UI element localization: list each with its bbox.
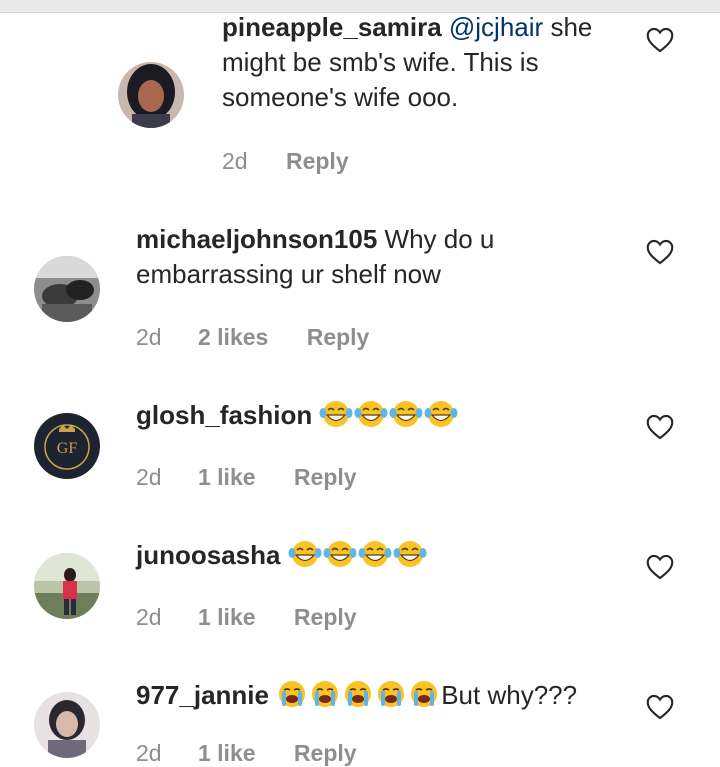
comment-meta: 2d 1 like Reply	[136, 604, 357, 631]
tears-of-joy-emoji	[393, 540, 427, 577]
comment-text: junoosasha	[136, 538, 616, 577]
avatar[interactable]	[34, 553, 100, 619]
heart-outline-icon[interactable]	[646, 239, 674, 265]
reply-button[interactable]: Reply	[286, 148, 349, 175]
comment-text: glosh_fashion	[136, 398, 616, 437]
tears-of-joy-emoji	[319, 400, 353, 437]
comment-meta: 2d 1 like Reply	[136, 740, 357, 767]
heart-outline-icon[interactable]	[646, 27, 674, 53]
tears-of-joy-emoji	[354, 400, 388, 437]
svg-text:GF: GF	[57, 440, 78, 457]
comment-meta: 2d 2 likes Reply	[136, 324, 369, 351]
likes-count[interactable]: 1 like	[198, 740, 256, 766]
loudly-crying-emoji	[342, 680, 374, 717]
comment-username[interactable]: 977_jannie	[136, 680, 269, 710]
reply-button[interactable]: Reply	[294, 604, 357, 631]
comment-username[interactable]: pineapple_samira	[222, 12, 442, 42]
emoji-group	[319, 400, 459, 430]
tears-of-joy-emoji	[424, 400, 458, 437]
heart-outline-icon[interactable]	[646, 554, 674, 580]
comment-username[interactable]: michaeljohnson105	[136, 224, 377, 254]
comment-meta: 2d Reply	[222, 148, 349, 175]
emoji-group	[288, 540, 428, 570]
comment-time: 2d	[136, 740, 162, 766]
avatar[interactable]	[34, 256, 100, 322]
heart-outline-icon[interactable]	[646, 414, 674, 440]
avatar[interactable]	[118, 62, 184, 128]
likes-count[interactable]: 1 like	[198, 604, 256, 631]
tears-of-joy-emoji	[323, 540, 357, 577]
comment-message: But why???	[441, 680, 578, 710]
likes-count[interactable]: 2 likes	[198, 324, 268, 351]
comment-text: 977_jannie But why???	[136, 678, 636, 717]
comment-text: pineapple_samira @jcjhair she might be s…	[222, 10, 622, 115]
loudly-crying-emoji	[408, 680, 440, 717]
reply-button[interactable]: Reply	[307, 324, 370, 351]
comment-time: 2d	[136, 324, 162, 350]
comment-username[interactable]: glosh_fashion	[136, 400, 312, 430]
comment-time: 2d	[222, 148, 248, 174]
tears-of-joy-emoji	[288, 540, 322, 577]
loudly-crying-emoji	[309, 680, 341, 717]
comment-time: 2d	[136, 464, 162, 490]
comment-meta: 2d 1 like Reply	[136, 464, 357, 491]
likes-count[interactable]: 1 like	[198, 464, 256, 491]
avatar[interactable]: GF	[34, 413, 100, 479]
comment-text: michaeljohnson105 Why do u embarrassing …	[136, 222, 566, 292]
reply-button[interactable]: Reply	[294, 740, 357, 766]
comment-username[interactable]: junoosasha	[136, 540, 280, 570]
tears-of-joy-emoji	[358, 540, 392, 577]
heart-outline-icon[interactable]	[646, 694, 674, 720]
comment-time: 2d	[136, 604, 162, 630]
comment-mention[interactable]: @jcjhair	[449, 12, 543, 42]
avatar[interactable]	[34, 692, 100, 758]
tears-of-joy-emoji	[389, 400, 423, 437]
loudly-crying-emoji	[375, 680, 407, 717]
reply-button[interactable]: Reply	[294, 464, 357, 491]
emoji-group	[276, 680, 441, 710]
loudly-crying-emoji	[276, 680, 308, 717]
